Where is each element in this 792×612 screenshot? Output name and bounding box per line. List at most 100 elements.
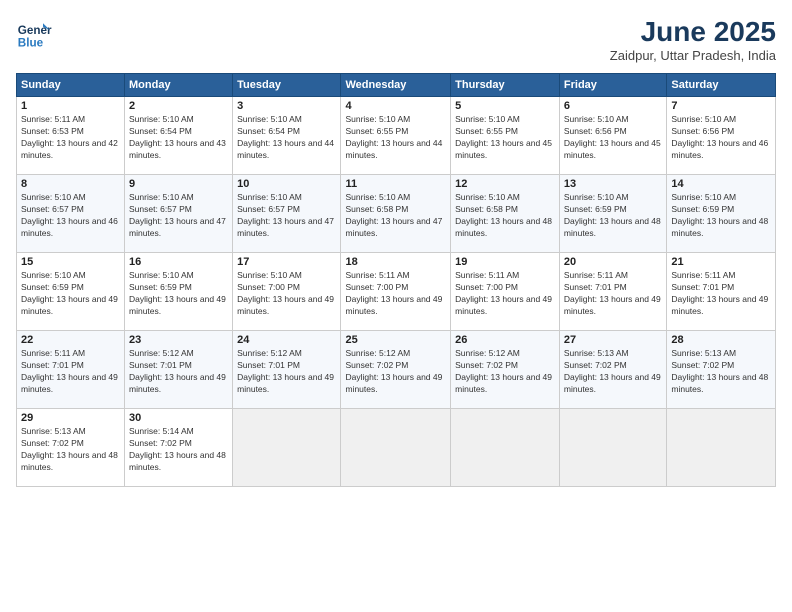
day-info: Sunrise: 5:11 AMSunset: 7:00 PMDaylight:… <box>455 270 555 318</box>
day-number: 27 <box>564 334 662 346</box>
calendar-cell: 12 Sunrise: 5:10 AMSunset: 6:58 PMDayligh… <box>451 175 560 253</box>
header-saturday: Saturday <box>667 74 776 97</box>
calendar-cell: 29 Sunrise: 5:13 AMSunset: 7:02 PMDayligh… <box>17 409 125 487</box>
day-number: 6 <box>564 100 662 112</box>
day-info: Sunrise: 5:11 AMSunset: 7:01 PMDaylight:… <box>564 270 662 318</box>
calendar-table: Sunday Monday Tuesday Wednesday Thursday… <box>16 73 776 487</box>
day-number: 23 <box>129 334 228 346</box>
day-info: Sunrise: 5:11 AMSunset: 6:53 PMDaylight:… <box>21 114 120 162</box>
day-info: Sunrise: 5:10 AMSunset: 6:59 PMDaylight:… <box>129 270 228 318</box>
day-info: Sunrise: 5:10 AMSunset: 6:55 PMDaylight:… <box>455 114 555 162</box>
day-number: 8 <box>21 178 120 190</box>
day-number: 12 <box>455 178 555 190</box>
day-number: 29 <box>21 412 120 424</box>
day-number: 15 <box>21 256 120 268</box>
calendar-cell: 14 Sunrise: 5:10 AMSunset: 6:59 PMDayligh… <box>667 175 776 253</box>
calendar-week-3: 15 Sunrise: 5:10 AMSunset: 6:59 PMDayligh… <box>17 253 776 331</box>
day-number: 13 <box>564 178 662 190</box>
day-number: 7 <box>671 100 771 112</box>
day-number: 24 <box>237 334 336 346</box>
day-number: 9 <box>129 178 228 190</box>
day-number: 2 <box>129 100 228 112</box>
header-wednesday: Wednesday <box>341 74 451 97</box>
page: General Blue June 2025 Zaidpur, Uttar Pr… <box>0 0 792 612</box>
day-info: Sunrise: 5:10 AMSunset: 6:57 PMDaylight:… <box>237 192 336 240</box>
calendar-cell: 5Sunrise: 5:10 AMSunset: 6:55 PMDaylight… <box>451 97 560 175</box>
day-info: Sunrise: 5:10 AMSunset: 6:56 PMDaylight:… <box>671 114 771 162</box>
day-info: Sunrise: 5:12 AMSunset: 7:01 PMDaylight:… <box>129 348 228 396</box>
calendar-cell: 13Sunrise: 5:10 AMSunset: 6:59 PMDayligh… <box>559 175 666 253</box>
day-info: Sunrise: 5:11 AMSunset: 7:00 PMDaylight:… <box>345 270 446 318</box>
calendar-cell: 28 Sunrise: 5:13 AMSunset: 7:02 PMDayligh… <box>667 331 776 409</box>
day-number: 22 <box>21 334 120 346</box>
calendar-week-5: 29 Sunrise: 5:13 AMSunset: 7:02 PMDayligh… <box>17 409 776 487</box>
calendar-cell: 9 Sunrise: 5:10 AMSunset: 6:57 PMDaylight… <box>125 175 233 253</box>
logo-icon: General Blue <box>16 16 52 52</box>
day-info: Sunrise: 5:13 AMSunset: 7:02 PMDaylight:… <box>671 348 771 396</box>
calendar-cell <box>233 409 341 487</box>
svg-text:General: General <box>18 24 52 37</box>
day-number: 10 <box>237 178 336 190</box>
day-info: Sunrise: 5:13 AMSunset: 7:02 PMDaylight:… <box>564 348 662 396</box>
calendar-cell: 8 Sunrise: 5:10 AMSunset: 6:57 PMDaylight… <box>17 175 125 253</box>
calendar-cell: 21 Sunrise: 5:11 AMSunset: 7:01 PMDayligh… <box>667 253 776 331</box>
header-thursday: Thursday <box>451 74 560 97</box>
calendar-cell: 22 Sunrise: 5:11 AMSunset: 7:01 PMDayligh… <box>17 331 125 409</box>
calendar-cell: 24 Sunrise: 5:12 AMSunset: 7:01 PMDayligh… <box>233 331 341 409</box>
day-number: 19 <box>455 256 555 268</box>
day-info: Sunrise: 5:11 AMSunset: 7:01 PMDaylight:… <box>671 270 771 318</box>
calendar-cell: 4 Sunrise: 5:10 AMSunset: 6:55 PMDaylight… <box>341 97 451 175</box>
header-friday: Friday <box>559 74 666 97</box>
calendar-week-2: 8 Sunrise: 5:10 AMSunset: 6:57 PMDaylight… <box>17 175 776 253</box>
calendar-cell: 18 Sunrise: 5:11 AMSunset: 7:00 PMDayligh… <box>341 253 451 331</box>
calendar-cell: 3Sunrise: 5:10 AMSunset: 6:54 PMDaylight… <box>233 97 341 175</box>
calendar-cell: 16 Sunrise: 5:10 AMSunset: 6:59 PMDayligh… <box>125 253 233 331</box>
day-info: Sunrise: 5:10 AMSunset: 6:57 PMDaylight:… <box>21 192 120 240</box>
day-info: Sunrise: 5:11 AMSunset: 7:01 PMDaylight:… <box>21 348 120 396</box>
day-number: 4 <box>345 100 446 112</box>
calendar-cell: 30Sunrise: 5:14 AMSunset: 7:02 PMDayligh… <box>125 409 233 487</box>
day-info: Sunrise: 5:10 AMSunset: 6:59 PMDaylight:… <box>21 270 120 318</box>
header-sunday: Sunday <box>17 74 125 97</box>
day-info: Sunrise: 5:13 AMSunset: 7:02 PMDaylight:… <box>21 426 120 474</box>
header-tuesday: Tuesday <box>233 74 341 97</box>
calendar-cell <box>451 409 560 487</box>
weekday-header-row: Sunday Monday Tuesday Wednesday Thursday… <box>17 74 776 97</box>
calendar-cell: 11Sunrise: 5:10 AMSunset: 6:58 PMDayligh… <box>341 175 451 253</box>
day-info: Sunrise: 5:12 AMSunset: 7:01 PMDaylight:… <box>237 348 336 396</box>
day-number: 11 <box>345 178 446 190</box>
calendar-cell: 6 Sunrise: 5:10 AMSunset: 6:56 PMDaylight… <box>559 97 666 175</box>
day-number: 26 <box>455 334 555 346</box>
calendar-cell: 23 Sunrise: 5:12 AMSunset: 7:01 PMDayligh… <box>125 331 233 409</box>
day-info: Sunrise: 5:10 AMSunset: 6:58 PMDaylight:… <box>455 192 555 240</box>
day-number: 17 <box>237 256 336 268</box>
calendar-cell: 26Sunrise: 5:12 AMSunset: 7:02 PMDayligh… <box>451 331 560 409</box>
location: Zaidpur, Uttar Pradesh, India <box>610 48 776 63</box>
calendar-cell <box>341 409 451 487</box>
svg-text:Blue: Blue <box>18 37 44 50</box>
day-number: 21 <box>671 256 771 268</box>
calendar-cell: 20Sunrise: 5:11 AMSunset: 7:01 PMDayligh… <box>559 253 666 331</box>
logo: General Blue <box>16 16 52 52</box>
calendar-cell: 1Sunrise: 5:11 AMSunset: 6:53 PMDaylight… <box>17 97 125 175</box>
day-number: 16 <box>129 256 228 268</box>
day-info: Sunrise: 5:10 AMSunset: 6:54 PMDaylight:… <box>237 114 336 162</box>
day-number: 25 <box>345 334 446 346</box>
header-monday: Monday <box>125 74 233 97</box>
calendar-week-1: 1Sunrise: 5:11 AMSunset: 6:53 PMDaylight… <box>17 97 776 175</box>
day-number: 28 <box>671 334 771 346</box>
calendar-cell: 10 Sunrise: 5:10 AMSunset: 6:57 PMDayligh… <box>233 175 341 253</box>
day-info: Sunrise: 5:10 AMSunset: 6:59 PMDaylight:… <box>671 192 771 240</box>
calendar-cell: 19 Sunrise: 5:11 AMSunset: 7:00 PMDayligh… <box>451 253 560 331</box>
day-info: Sunrise: 5:10 AMSunset: 6:55 PMDaylight:… <box>345 114 446 162</box>
calendar-cell: 17 Sunrise: 5:10 AMSunset: 7:00 PMDayligh… <box>233 253 341 331</box>
calendar-cell <box>559 409 666 487</box>
day-info: Sunrise: 5:10 AMSunset: 6:54 PMDaylight:… <box>129 114 228 162</box>
calendar-cell: 27 Sunrise: 5:13 AMSunset: 7:02 PMDayligh… <box>559 331 666 409</box>
day-info: Sunrise: 5:10 AMSunset: 6:56 PMDaylight:… <box>564 114 662 162</box>
day-number: 18 <box>345 256 446 268</box>
day-number: 14 <box>671 178 771 190</box>
calendar-week-4: 22 Sunrise: 5:11 AMSunset: 7:01 PMDayligh… <box>17 331 776 409</box>
day-info: Sunrise: 5:10 AMSunset: 6:57 PMDaylight:… <box>129 192 228 240</box>
day-info: Sunrise: 5:10 AMSunset: 7:00 PMDaylight:… <box>237 270 336 318</box>
